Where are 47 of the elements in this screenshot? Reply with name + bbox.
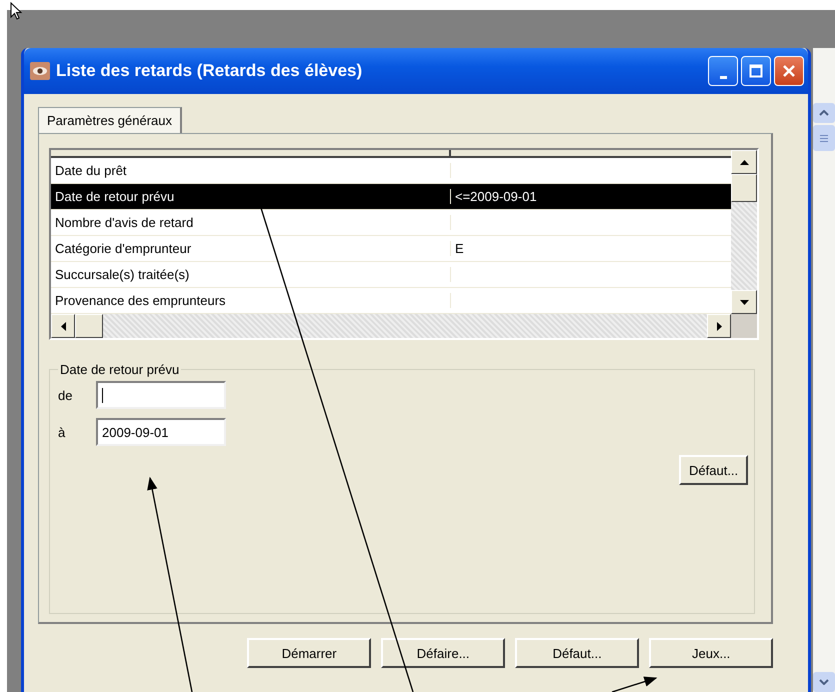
maximize-icon <box>749 64 764 78</box>
scroll-left-icon <box>60 322 66 330</box>
scroll-right-icon <box>716 322 722 330</box>
scrollbar-corner <box>731 314 758 338</box>
group-title: Date de retour prévu <box>59 362 180 377</box>
table-cell: Nombre d'avis de retard <box>51 215 451 230</box>
field-label: de <box>58 388 74 402</box>
page-scrollbar[interactable] <box>813 48 835 692</box>
date-field[interactable] <box>96 381 226 409</box>
table-cell-text: <=2009-09-01 <box>454 189 537 204</box>
window-title: Liste des retards (Retards des élèves) <box>56 61 364 81</box>
table-cell-text: E <box>454 241 464 256</box>
mouse-cursor-icon <box>10 2 24 22</box>
vertical-scrollbar[interactable] <box>731 150 758 314</box>
scroll-down-icon <box>819 679 830 685</box>
table-cell: Catégorie d'emprunteur <box>51 241 451 256</box>
tab[interactable]: Paramètres généraux <box>38 107 182 133</box>
dialog-button[interactable]: Jeux... <box>649 638 774 668</box>
default-button[interactable]: Défaut... <box>679 455 748 485</box>
table-row[interactable]: Catégorie d'emprunteur E <box>51 236 732 262</box>
scroll-thumb[interactable] <box>75 314 103 338</box>
dialog-button[interactable]: Défaire... <box>381 638 506 668</box>
table-cell: Succursale(s) traitée(s) <box>51 267 451 282</box>
arrow <box>612 676 658 692</box>
table-row[interactable]: Date de retour prévu <=2009-09-01 <box>51 184 732 210</box>
table-cell: Date de retour prévu <box>51 189 451 204</box>
date-field[interactable]: 2009-09-01 <box>96 418 226 446</box>
table-row[interactable]: Succursale(s) traitée(s) <box>51 262 732 288</box>
dialog-button[interactable]: Démarrer <box>247 638 372 668</box>
scroll-down-icon <box>740 300 749 304</box>
close-button[interactable] <box>774 56 804 86</box>
maximize-button[interactable] <box>741 56 772 86</box>
scroll-thumb[interactable] <box>813 125 835 151</box>
scroll-thumb[interactable] <box>731 174 758 202</box>
close-icon <box>782 64 796 78</box>
grip-icon <box>820 134 828 142</box>
minimize-icon <box>720 76 727 78</box>
dialog-button[interactable]: Défaut... <box>515 638 640 668</box>
table-cell: Provenance des emprunteurs <box>51 293 451 308</box>
scroll-up-icon <box>819 110 830 116</box>
scroll-up-icon <box>740 160 749 164</box>
minimize-button[interactable] <box>708 56 738 86</box>
horizontal-scrollbar[interactable] <box>51 314 732 338</box>
table-cell: Date du prêt <box>51 163 451 178</box>
table-row[interactable]: Nombre d'avis de retard <box>51 210 732 236</box>
eye-icon <box>30 62 50 80</box>
field-label: à <box>58 424 66 440</box>
